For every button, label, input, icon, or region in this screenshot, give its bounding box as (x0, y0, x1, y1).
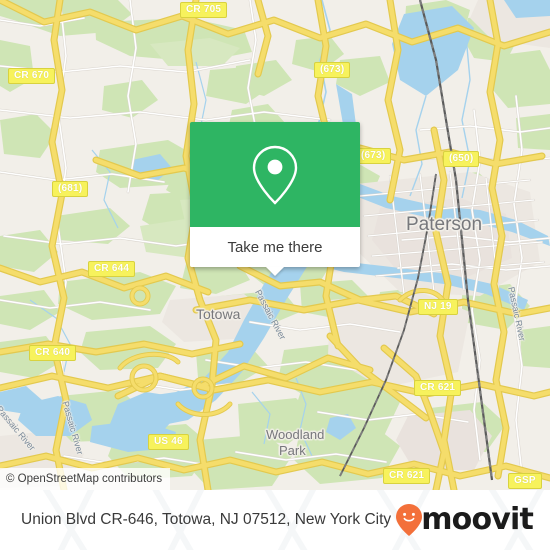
map-screenshot-page: .park { fill:#cfe5b5; } .park2 { fill:#d… (0, 0, 550, 550)
popup-header (190, 122, 360, 227)
map-canvas[interactable]: .park { fill:#cfe5b5; } .park2 { fill:#d… (0, 0, 550, 490)
footer-bar: Union Blvd CR-646, Totowa, NJ 07512, New… (0, 490, 550, 550)
route-shield-cr-621-upper[interactable]: CR 621 (414, 380, 462, 396)
route-shield-673-mid[interactable]: (673) (355, 148, 392, 164)
route-shield-cr-705[interactable]: CR 705 (180, 2, 228, 18)
route-shield-nj-19[interactable]: NJ 19 (418, 299, 458, 315)
route-shield-cr-644[interactable]: CR 644 (88, 261, 136, 277)
map-pin-icon (252, 145, 298, 205)
route-shield-gsp[interactable]: GSP (508, 473, 542, 489)
route-shield-us-46[interactable]: US 46 (148, 434, 189, 450)
moovit-logo[interactable]: moovit (395, 502, 534, 537)
take-me-there-button[interactable]: Take me there (227, 239, 322, 256)
popup-action-area[interactable]: Take me there (190, 227, 360, 276)
popup-pointer-tail (266, 267, 284, 276)
route-shield-cr-640[interactable]: CR 640 (29, 345, 77, 361)
moovit-wordmark: moovit (421, 502, 534, 537)
location-address-text: Union Blvd CR-646, Totowa, NJ 07512, New… (21, 511, 392, 528)
route-shield-673-north[interactable]: (673) (314, 62, 351, 78)
location-popup-card[interactable]: Take me there (190, 122, 360, 276)
moovit-pin-icon (396, 504, 423, 536)
route-shield-cr-670[interactable]: CR 670 (8, 68, 56, 84)
route-shield-650[interactable]: (650) (443, 151, 480, 167)
route-shield-681[interactable]: (681) (52, 181, 89, 197)
route-shield-cr-621-lower[interactable]: CR 621 (383, 468, 431, 484)
map-attribution[interactable]: © OpenStreetMap contributors (0, 468, 171, 490)
